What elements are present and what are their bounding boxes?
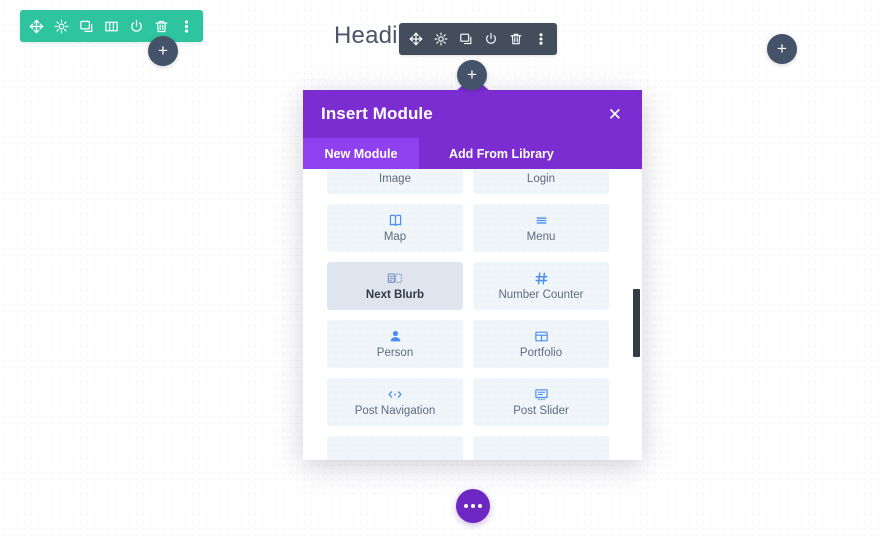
tab-new-module[interactable]: New Module: [303, 138, 419, 169]
trash-icon[interactable]: [503, 23, 528, 55]
plus-icon: +: [467, 65, 477, 84]
post-navigation-icon: [387, 387, 403, 402]
section-settings-toolbar[interactable]: [20, 10, 203, 42]
columns-icon[interactable]: [99, 10, 124, 42]
dots-vertical-icon[interactable]: [528, 23, 553, 55]
module-tile-image[interactable]: Image: [327, 169, 463, 194]
dot-1: [464, 504, 468, 508]
module-tile-label: Next Blurb: [365, 289, 425, 301]
module-tile-post-slider[interactable]: Post Slider: [473, 378, 609, 426]
module-tile-person[interactable]: Person: [327, 320, 463, 368]
add-module-button-center[interactable]: +: [457, 60, 487, 90]
module-tile-menu[interactable]: Menu: [473, 204, 609, 252]
module-tile-label: Post Slider: [513, 405, 569, 417]
add-section-button-right[interactable]: +: [767, 34, 797, 64]
post-slider-icon: [534, 387, 549, 402]
power-icon[interactable]: [478, 23, 503, 55]
module-grid: Image Login Map Menu Next Blurb Number Counte…: [303, 169, 642, 460]
next-blurb-icon: [387, 271, 403, 286]
gear-icon[interactable]: [49, 10, 74, 42]
module-tile-portfolio[interactable]: Portfolio: [473, 320, 609, 368]
module-tile-login[interactable]: Login: [473, 169, 609, 194]
move-icon[interactable]: [24, 10, 49, 42]
dot-2: [471, 504, 475, 508]
insert-module-modal: Insert Module ✕ New Module Add From Libr…: [303, 90, 642, 460]
module-tile-number-counter[interactable]: Number Counter: [473, 262, 609, 310]
image-icon: [388, 169, 403, 170]
modal-title: Insert Module: [321, 104, 433, 123]
module-tile-label: Portfolio: [519, 347, 563, 359]
modal-header: Insert Module ✕: [303, 90, 642, 138]
module-tile-next-blurb[interactable]: Next Blurb: [327, 262, 463, 310]
module-tile-post-navigation[interactable]: Post Navigation: [327, 378, 463, 426]
map-icon: [388, 213, 403, 228]
gear-icon[interactable]: [428, 23, 453, 55]
dot-3: [478, 504, 482, 508]
module-tile-label: Image: [379, 173, 411, 185]
power-icon[interactable]: [124, 10, 149, 42]
module-tile-label: Person: [376, 347, 414, 359]
close-icon[interactable]: ✕: [606, 102, 624, 127]
module-tile-label: Number Counter: [498, 289, 584, 301]
dots-vertical-icon[interactable]: [174, 10, 199, 42]
modal-tab-bar: New Module Add From Library: [303, 138, 642, 169]
module-tile-label: Post Navigation: [354, 405, 436, 417]
add-row-button-left[interactable]: +: [148, 36, 178, 66]
hash-icon: [534, 271, 549, 286]
module-tile-partial[interactable]: [327, 436, 463, 460]
module-list-panel: Image Login Map Menu Next Blurb Number Counte…: [303, 169, 642, 460]
page-settings-button[interactable]: [456, 489, 490, 523]
person-icon: [388, 329, 403, 344]
modal-scrollbar-thumb[interactable]: [633, 289, 640, 357]
duplicate-icon[interactable]: [74, 10, 99, 42]
move-icon[interactable]: [403, 23, 428, 55]
module-tile-map[interactable]: Map: [327, 204, 463, 252]
duplicate-icon[interactable]: [453, 23, 478, 55]
module-tile-label: Login: [526, 173, 556, 185]
module-settings-toolbar[interactable]: [399, 23, 557, 55]
module-tile-label: Menu: [526, 231, 556, 243]
tab-add-from-library[interactable]: Add From Library: [419, 138, 642, 169]
module-tile-partial[interactable]: [473, 436, 609, 460]
menu-icon: [534, 213, 549, 228]
lock-icon: [534, 169, 549, 170]
portfolio-grid-icon: [534, 329, 549, 344]
plus-icon: +: [777, 39, 787, 58]
module-tile-label: Map: [383, 231, 407, 243]
modal-scrollbar-track[interactable]: [633, 169, 641, 460]
plus-icon: +: [158, 41, 168, 60]
